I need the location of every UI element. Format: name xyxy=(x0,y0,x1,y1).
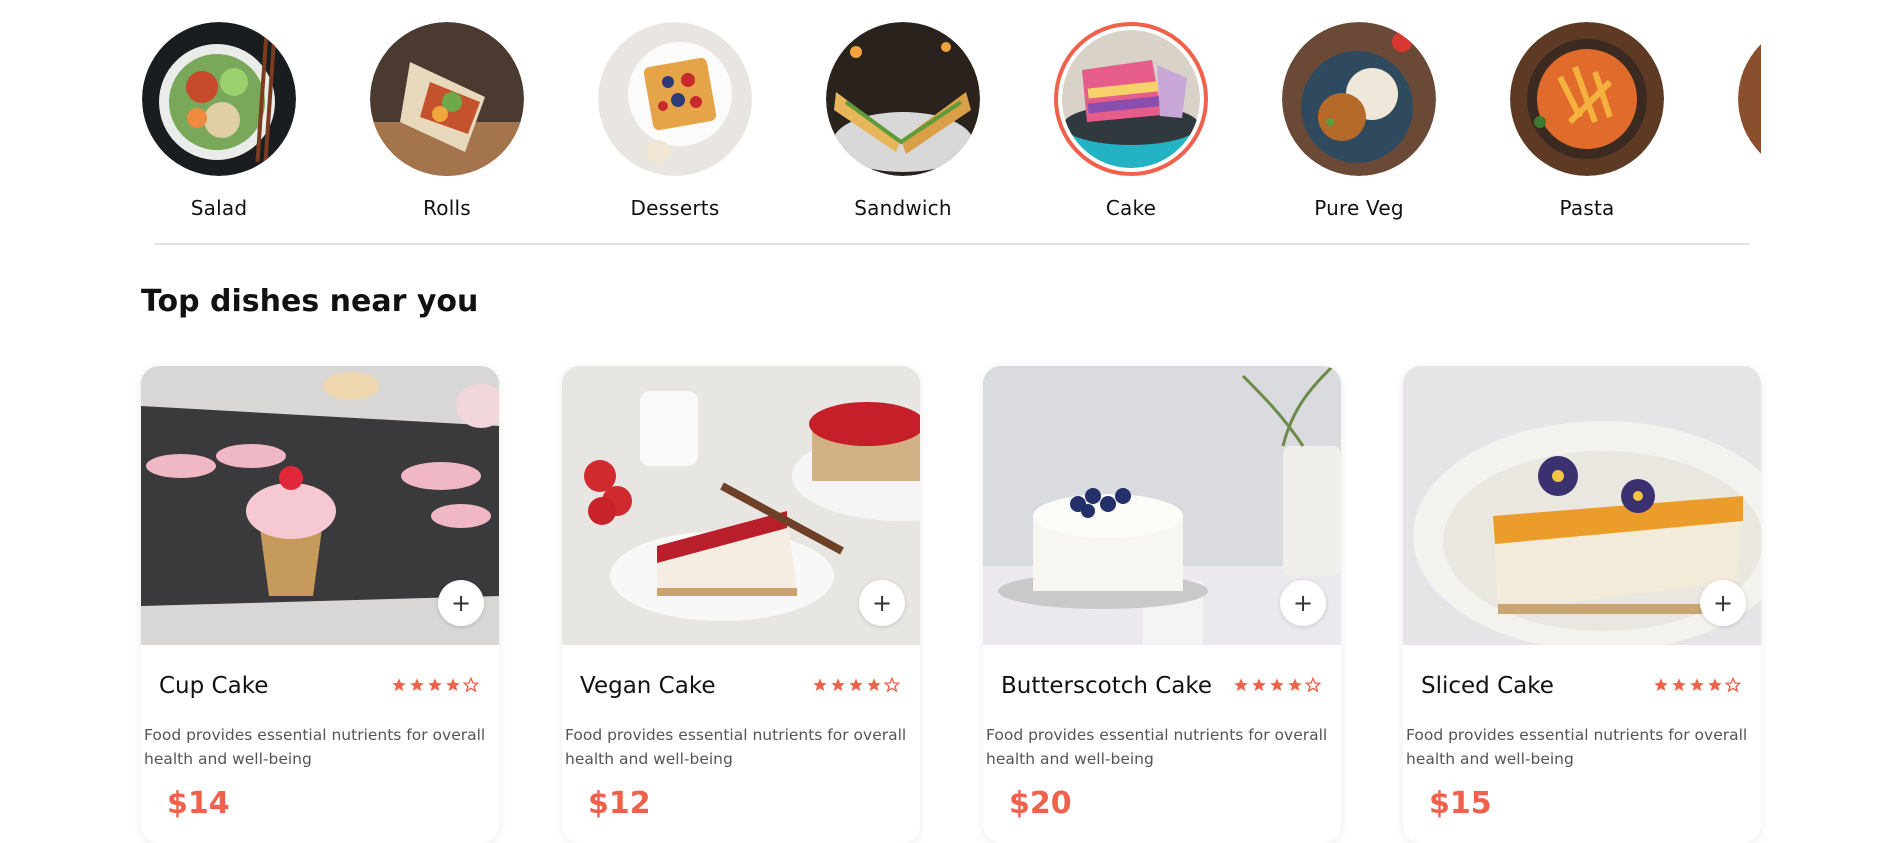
dish-description: Food provides essential nutrients for ov… xyxy=(1406,726,1748,768)
category-pasta[interactable]: Pasta xyxy=(1509,18,1665,220)
add-to-cart-button[interactable]: + xyxy=(859,580,905,626)
category-label: Salad xyxy=(190,196,248,220)
star-filled-icon xyxy=(1672,678,1686,691)
dish-image: + xyxy=(983,366,1341,645)
dish-card[interactable]: + Vegan Cake Food provides essential nut… xyxy=(562,366,920,843)
desserts-image xyxy=(598,22,752,176)
partial-category-image xyxy=(1738,22,1761,176)
category-label: Cake xyxy=(1105,196,1157,220)
add-to-cart-button[interactable]: + xyxy=(1280,580,1326,626)
plus-icon: + xyxy=(450,589,472,617)
star-filled-icon xyxy=(392,678,406,691)
star-filled-icon xyxy=(1252,678,1266,691)
category-label: Desserts xyxy=(630,196,720,220)
star-outline-icon xyxy=(463,677,479,693)
dish-card[interactable]: + Sliced Cake Food provides essential nu… xyxy=(1403,366,1761,843)
dish-image: + xyxy=(141,366,499,645)
dish-card[interactable]: + Cup Cake Food provides essential nutri… xyxy=(141,366,499,843)
star-filled-icon xyxy=(1234,678,1248,691)
dish-name: Vegan Cake xyxy=(580,673,716,699)
dish-image: + xyxy=(1403,366,1761,645)
pasta-image xyxy=(1510,22,1664,176)
dish-name: Butterscotch Cake xyxy=(1001,673,1213,699)
dish-price: $20 xyxy=(1009,786,1072,821)
add-to-cart-button[interactable]: + xyxy=(438,580,484,626)
rating-stars xyxy=(391,677,479,693)
star-filled-icon xyxy=(428,678,442,691)
star-filled-icon xyxy=(410,678,424,691)
dish-description: Food provides essential nutrients for ov… xyxy=(565,726,907,768)
section-title: Top dishes near you xyxy=(141,284,479,319)
category-sandwich[interactable]: Sandwich xyxy=(825,18,981,220)
category-label: Pasta xyxy=(1559,196,1615,220)
category-label: Sandwich xyxy=(854,196,952,220)
star-filled-icon xyxy=(1708,678,1722,691)
star-outline-icon xyxy=(884,677,900,693)
rating-stars xyxy=(1233,677,1321,693)
category-salad[interactable]: Salad xyxy=(141,18,297,220)
sandwich-image xyxy=(826,22,980,176)
star-filled-icon xyxy=(867,678,881,691)
star-filled-icon xyxy=(1288,678,1302,691)
category-cake[interactable]: Cake xyxy=(1053,18,1209,220)
star-filled-icon xyxy=(813,678,827,691)
star-filled-icon xyxy=(1270,678,1284,691)
category-strip: Salad Rolls Desserts Sandwich Cake Pure … xyxy=(141,18,1761,233)
plus-icon: + xyxy=(1292,589,1314,617)
salad-image xyxy=(142,22,296,176)
rating-stars xyxy=(1653,677,1741,693)
star-outline-icon xyxy=(1725,677,1741,693)
category-partial[interactable] xyxy=(1737,18,1761,176)
plus-icon: + xyxy=(871,589,893,617)
category-label: Pure Veg xyxy=(1314,196,1404,220)
cake-image xyxy=(1054,22,1208,176)
dish-card[interactable]: + Butterscotch Cake Food provides essent… xyxy=(983,366,1341,843)
category-rolls[interactable]: Rolls xyxy=(369,18,525,220)
divider xyxy=(154,243,1750,245)
dish-description: Food provides essential nutrients for ov… xyxy=(144,726,486,768)
pure-veg-image xyxy=(1282,22,1436,176)
category-desserts[interactable]: Desserts xyxy=(597,18,753,220)
star-filled-icon xyxy=(831,678,845,691)
add-to-cart-button[interactable]: + xyxy=(1700,580,1746,626)
dish-price: $12 xyxy=(588,786,651,821)
dish-name: Cup Cake xyxy=(159,673,269,699)
plus-icon: + xyxy=(1712,589,1734,617)
category-label: Rolls xyxy=(423,196,471,220)
star-filled-icon xyxy=(849,678,863,691)
star-filled-icon xyxy=(1654,678,1668,691)
rolls-image xyxy=(370,22,524,176)
category-pure-veg[interactable]: Pure Veg xyxy=(1281,18,1437,220)
star-filled-icon xyxy=(446,678,460,691)
dish-image: + xyxy=(562,366,920,645)
dish-price: $14 xyxy=(167,786,230,821)
dish-price: $15 xyxy=(1429,786,1492,821)
star-filled-icon xyxy=(1690,678,1704,691)
dish-name: Sliced Cake xyxy=(1421,673,1554,699)
rating-stars xyxy=(812,677,900,693)
dish-description: Food provides essential nutrients for ov… xyxy=(986,726,1328,768)
star-outline-icon xyxy=(1305,677,1321,693)
